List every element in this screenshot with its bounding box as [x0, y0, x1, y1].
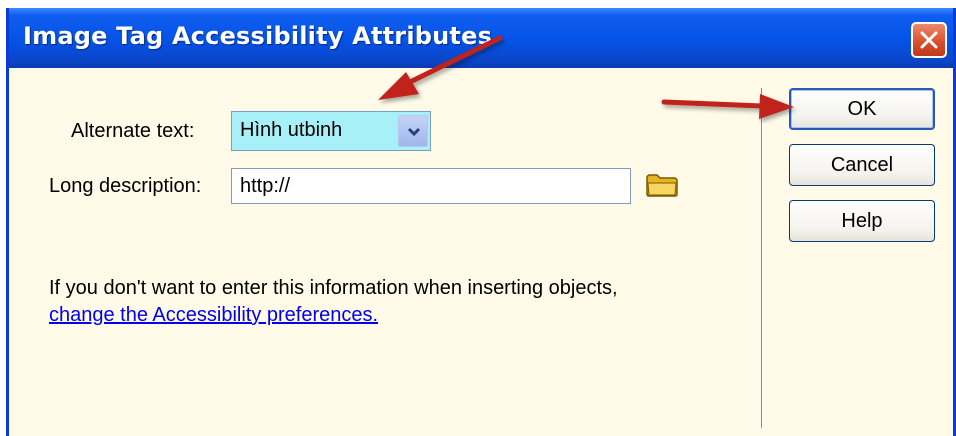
dialog-title: Image Tag Accessibility Attributes: [23, 22, 493, 50]
vertical-divider: [761, 88, 763, 428]
alternate-text-label: Alternate text:: [71, 120, 195, 142]
info-message: If you don't want to enter this informat…: [49, 275, 618, 329]
close-x-icon: [920, 31, 938, 49]
accessibility-preferences-link[interactable]: change the Accessibility preferences.: [49, 304, 378, 326]
info-text: If you don't want to enter this informat…: [49, 277, 618, 299]
title-bar[interactable]: Image Tag Accessibility Attributes: [9, 8, 953, 68]
dialog-window: Image Tag Accessibility Attributes Alter…: [6, 8, 956, 436]
cancel-button[interactable]: Cancel: [789, 144, 935, 186]
ok-button[interactable]: OK: [789, 88, 935, 130]
help-button[interactable]: Help: [789, 200, 935, 242]
dropdown-button[interactable]: [398, 115, 428, 147]
alternate-text-value[interactable]: Hình utbinh: [240, 119, 342, 142]
folder-icon: [646, 174, 678, 197]
browse-folder-button[interactable]: [645, 172, 679, 202]
alternate-text-combobox[interactable]: Hình utbinh: [231, 111, 431, 151]
long-description-input[interactable]: http://: [231, 168, 631, 204]
long-description-label: Long description:: [49, 175, 202, 197]
close-button[interactable]: [911, 22, 947, 58]
chevron-down-icon: [407, 127, 421, 137]
long-description-value[interactable]: http://: [240, 175, 290, 198]
dialog-content: Alternate text: Hình utbinh Long descrip…: [9, 68, 953, 436]
